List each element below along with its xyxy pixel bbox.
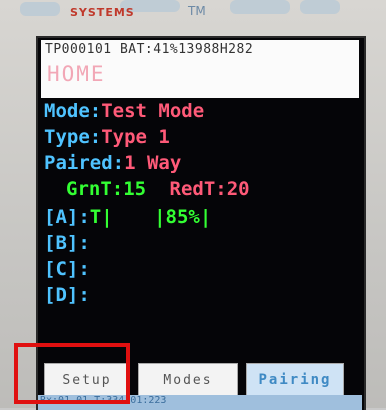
modes-button[interactable]: Modes [138,363,238,397]
mode-label: Mode: [44,100,102,122]
type-label: Type: [44,126,102,148]
paired-label: Paired: [44,152,125,174]
channel-b-row: [B]: [44,232,90,254]
channel-a-value: T| [89,206,113,228]
pairing-button[interactable]: Pairing [246,363,344,397]
setup-highlight-box [14,343,130,404]
channel-a-percent: |85%| [154,206,212,228]
logo-shape [230,0,290,14]
green-timer: GrnT:15 [66,178,147,200]
type-row: Type:Type 1 [44,126,170,148]
logo-shape [300,0,340,14]
channel-d-row: [D]: [44,284,90,306]
channel-c-label: [C]: [44,258,90,280]
channel-a-row: [A]:T| |85%| [44,206,211,228]
channel-a-label: [A]: [44,206,90,228]
channel-b-label: [B]: [44,232,90,254]
paired-row: Paired:1 Way [44,152,181,174]
brand-tm: TM [188,4,206,18]
channel-d-label: [D]: [44,284,90,306]
mode-row: Mode:Test Mode [44,100,204,122]
red-timer: RedT:20 [169,178,250,200]
screen-header: TP000101 BAT:41%13988H282 HOME [41,40,359,98]
brand-logo: SYSTEMS TM [10,0,340,28]
channel-c-row: [C]: [44,258,90,280]
mode-value: Test Mode [101,100,205,122]
brand-name: SYSTEMS [70,6,135,19]
page-title: HOME [47,62,106,86]
timers-row: GrnT:15 RedT:20 [66,178,250,200]
header-status-line: TP000101 BAT:41%13988H282 [45,42,254,57]
type-value: Type 1 [101,126,170,148]
paired-value: 1 Way [124,152,182,174]
logo-shape [20,2,60,16]
